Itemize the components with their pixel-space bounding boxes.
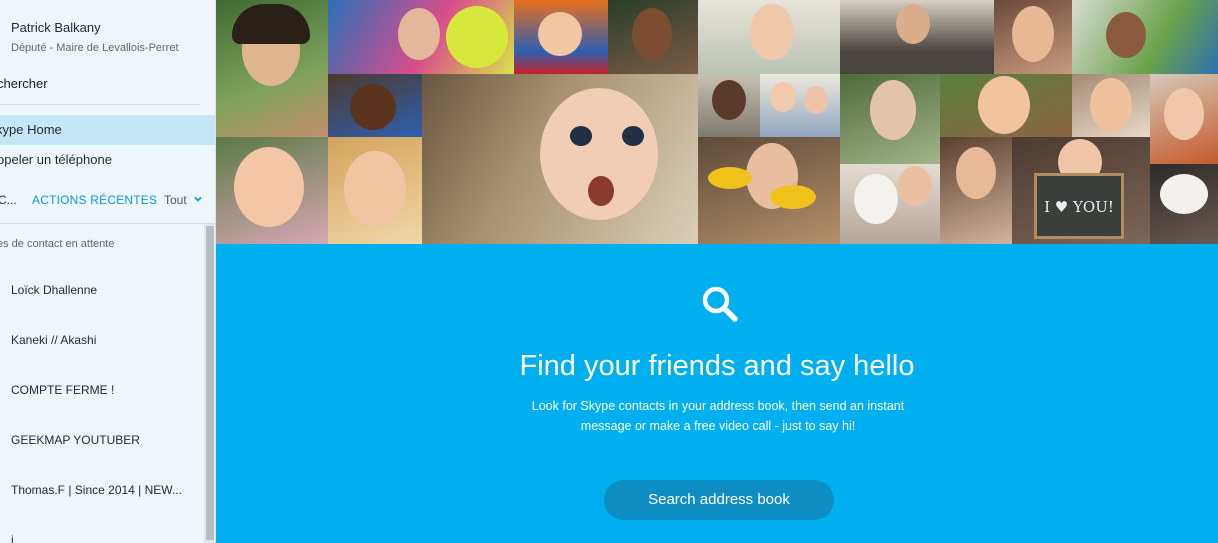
search-contacts-item[interactable]: chercher [0, 76, 215, 91]
skype-home-item[interactable]: kype Home [0, 115, 215, 145]
search-address-book-button[interactable]: Search address book [604, 480, 834, 520]
search-icon [702, 286, 738, 322]
tab-recent-actions[interactable]: ACTIONS RÉCENTES [32, 193, 157, 207]
scrollbar-thumb[interactable] [206, 226, 214, 540]
collage-photo [940, 74, 1072, 137]
collage-photo [940, 137, 1012, 244]
collage-photo [1072, 74, 1150, 137]
contact-item[interactable]: Loïck Dhallenne [11, 283, 97, 297]
collage-photo [840, 74, 940, 164]
collage-photo [328, 74, 422, 137]
collage-photo [216, 137, 328, 244]
collage-photo [328, 0, 514, 74]
collage-photo [514, 0, 608, 74]
collage-photo [840, 0, 994, 74]
collage-photo [608, 0, 698, 74]
collage-photo [1072, 0, 1218, 74]
pending-requests-label: es de contact en attente [0, 238, 115, 250]
photo-collage: I ♥ YOU! [216, 0, 1218, 244]
profile-mood[interactable]: Député - Maire de Levallois-Perret [11, 42, 215, 54]
collage-photo [760, 74, 840, 137]
collage-photo: I ♥ YOU! [1012, 137, 1150, 244]
contact-item[interactable]: GEEKMAP YOUTUBER [11, 433, 140, 447]
divider [0, 223, 215, 224]
collage-photo [422, 74, 698, 244]
collage-photo [698, 0, 840, 74]
collage-photo [994, 0, 1072, 74]
headline: Find your friends and say hello [519, 350, 915, 382]
divider [0, 104, 200, 105]
collage-photo [328, 137, 422, 244]
collage-photo [216, 0, 328, 137]
chalkboard-sign: I ♥ YOU! [1034, 173, 1124, 239]
chevron-down-icon[interactable] [194, 195, 202, 203]
contact-item[interactable]: Thomas.F | Since 2014 | NEW... [11, 483, 182, 497]
main-panel: I ♥ YOU! Find your friends and say hello… [216, 0, 1218, 543]
contact-item[interactable]: COMPTE FERME ! [11, 383, 114, 397]
collage-photo [1150, 74, 1218, 164]
collage-photo [698, 74, 760, 137]
sidebar: Patrick Balkany Député - Maire de Levall… [0, 0, 216, 543]
subtext: Look for Skype contacts in your address … [531, 399, 905, 433]
call-phone-item[interactable]: ppeler un téléphone [0, 152, 215, 167]
collage-photo [698, 137, 840, 244]
profile-name[interactable]: Patrick Balkany [11, 20, 215, 35]
contact-item[interactable]: i [11, 533, 14, 543]
tab-contacts[interactable]: C... [0, 193, 17, 207]
sidebar-tabs: C... ACTIONS RÉCENTES Tout [0, 185, 215, 223]
collage-photo [1150, 164, 1218, 244]
collage-photo [840, 164, 940, 244]
contact-item[interactable]: Kaneki // Akashi [11, 333, 96, 347]
filter-dropdown[interactable]: Tout [164, 193, 187, 207]
